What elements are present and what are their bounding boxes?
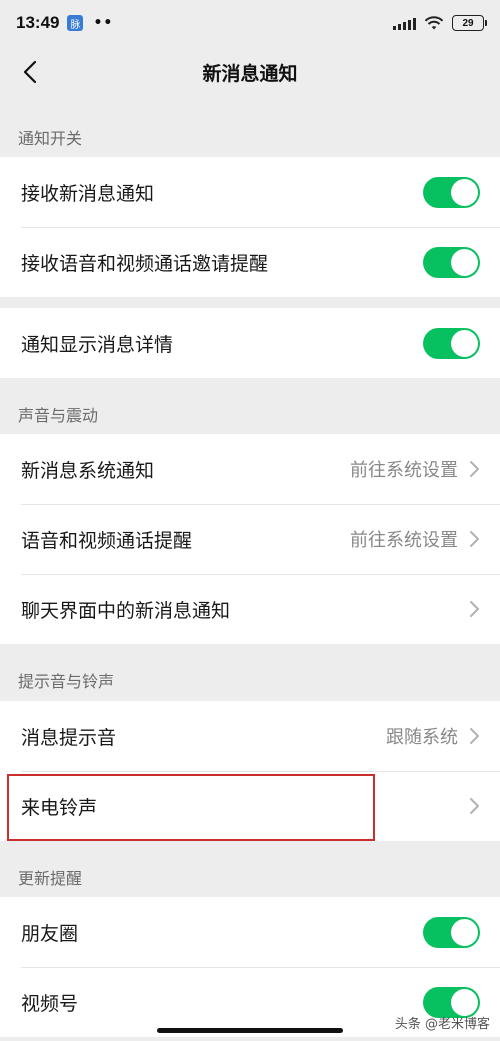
- home-indicator[interactable]: [157, 1028, 343, 1033]
- row-label: 新消息系统通知: [21, 459, 155, 482]
- wifi-icon: [424, 16, 444, 30]
- back-button[interactable]: [14, 56, 46, 88]
- row-message-tone[interactable]: 消息提示音 跟随系统: [0, 701, 500, 771]
- chevron-left-icon: [23, 60, 37, 84]
- battery-level: 29: [462, 17, 474, 29]
- toggle-knob: [451, 918, 478, 946]
- nav-bar: 新消息通知: [0, 46, 500, 98]
- status-time: 13:49: [16, 13, 60, 32]
- row-label: 接收语音和视频通话邀请提醒: [21, 252, 269, 275]
- status-icons: 29: [393, 15, 487, 31]
- row-new-message-system-notify[interactable]: 新消息系统通知 前往系统设置: [0, 434, 500, 504]
- row-label: 语音和视频通话提醒: [21, 529, 193, 552]
- chevron-right-icon: [470, 728, 479, 744]
- row-label: 朋友圈: [21, 922, 79, 945]
- moments-toggle[interactable]: [423, 916, 480, 948]
- row-label: 来电铃声: [21, 796, 98, 819]
- group-notify-switch: 接收新消息通知 接收语音和视频通话邀请提醒: [0, 157, 500, 297]
- toggle-knob: [451, 248, 478, 276]
- group-tone-ringtone: 消息提示音 跟随系统 来电铃声: [0, 701, 500, 841]
- app-badge-icon: 脉: [67, 15, 84, 31]
- row-receive-call-invite[interactable]: 接收语音和视频通话邀请提醒: [0, 227, 500, 297]
- row-call-reminder[interactable]: 语音和视频通话提醒 前往系统设置: [0, 504, 500, 574]
- chevron-right-icon: [470, 798, 479, 814]
- row-receive-new-message[interactable]: 接收新消息通知: [0, 157, 500, 227]
- toggle-knob: [451, 178, 478, 206]
- receive-new-message-toggle[interactable]: [423, 176, 480, 208]
- row-value: 跟随系统: [386, 727, 458, 748]
- row-label: 聊天界面中的新消息通知: [21, 599, 231, 622]
- toggle-knob: [451, 988, 478, 1016]
- status-bar: 13:49 脉 •• 29: [0, 0, 500, 46]
- group-sound-vibration: 新消息系统通知 前往系统设置 语音和视频通话提醒 前往系统设置 聊天界面中的新消…: [0, 434, 500, 644]
- row-value: 前往系统设置: [350, 460, 458, 481]
- row-label: 消息提示音: [21, 726, 117, 749]
- page-title: 新消息通知: [202, 62, 298, 85]
- chevron-right-icon: [470, 531, 479, 547]
- signal-icon: [393, 16, 416, 30]
- chevron-right-icon: [470, 601, 479, 617]
- row-chat-new-message-notify[interactable]: 聊天界面中的新消息通知: [0, 574, 500, 644]
- toggle-knob: [451, 329, 478, 357]
- receive-call-invite-toggle[interactable]: [423, 246, 480, 278]
- row-show-message-details[interactable]: 通知显示消息详情: [0, 308, 500, 378]
- chevron-right-icon: [470, 461, 479, 477]
- row-label: 通知显示消息详情: [21, 333, 174, 356]
- group-show-details: 通知显示消息详情: [0, 308, 500, 378]
- watermark: 头条 @老米博客: [394, 1017, 490, 1032]
- row-label: 视频号: [21, 992, 79, 1015]
- battery-icon: 29: [452, 15, 487, 31]
- row-value: 前往系统设置: [350, 530, 458, 551]
- status-dots: ••: [93, 15, 114, 31]
- row-ringtone[interactable]: 来电铃声: [0, 771, 500, 841]
- show-details-toggle[interactable]: [423, 327, 480, 359]
- row-moments[interactable]: 朋友圈: [0, 897, 500, 967]
- row-label: 接收新消息通知: [21, 182, 155, 205]
